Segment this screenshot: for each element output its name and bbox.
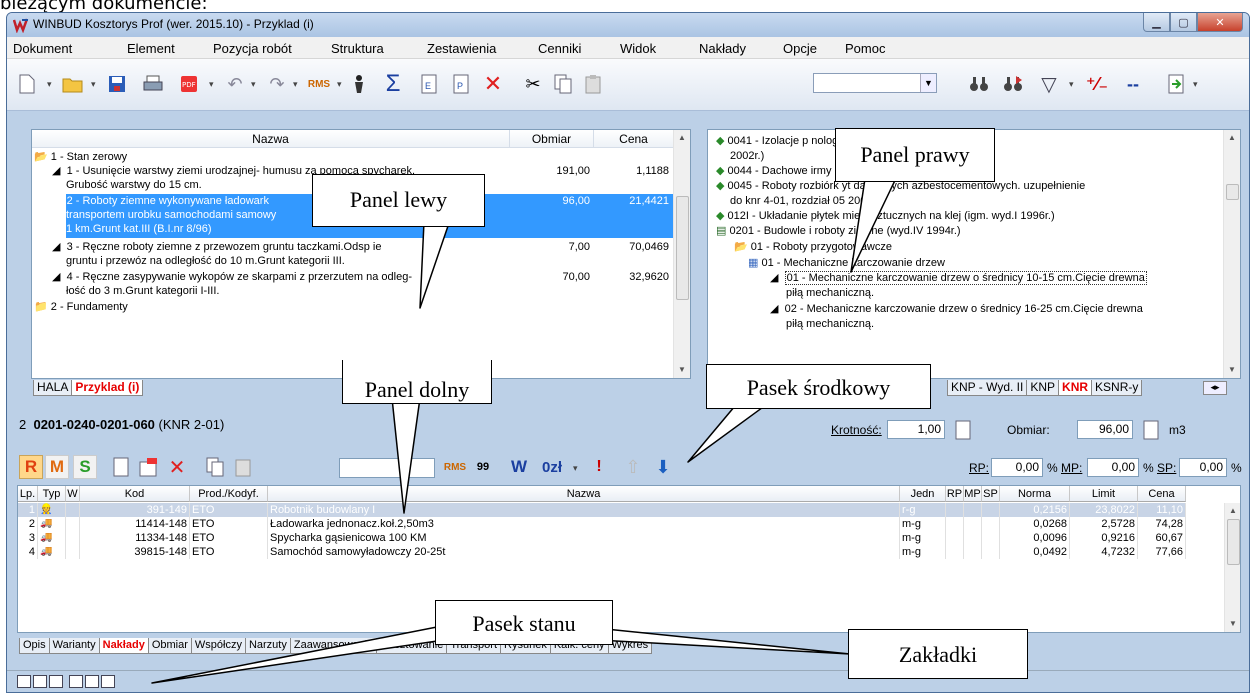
callout-pasek-srodkowy: Pasek środkowy [706, 364, 931, 409]
callout-pasek-stanu: Pasek stanu [435, 600, 613, 645]
callout-panel-prawy: Panel prawy [835, 128, 995, 182]
callout-panel-lewy: Panel lewy [312, 174, 485, 227]
callout-panel-dolny: Panel dolny [342, 360, 492, 404]
callout-zakladki: Zakładki [848, 629, 1028, 679]
callout-pointers [151, 169, 901, 684]
